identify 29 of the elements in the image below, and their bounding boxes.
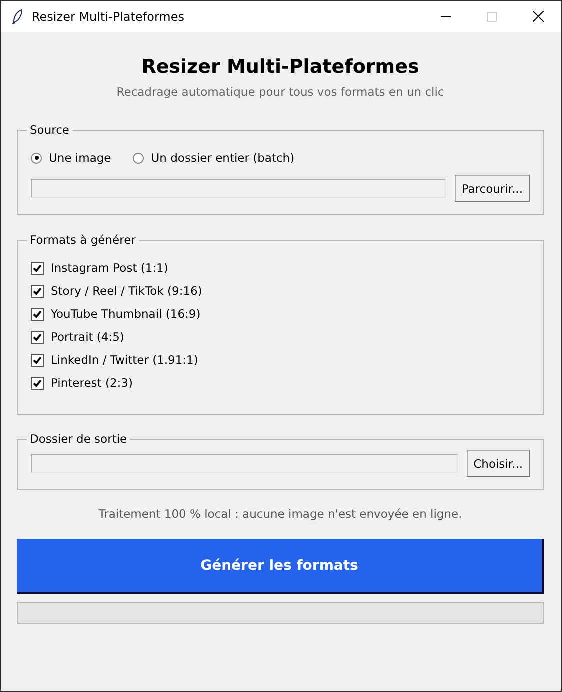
checkmark-icon — [33, 310, 42, 318]
window-title: Resizer Multi-Plateformes — [32, 10, 186, 24]
maximize-icon — [487, 12, 497, 22]
section-label: Source — [29, 123, 70, 137]
radio-option[interactable]: Une image — [31, 151, 112, 165]
format-checkbox[interactable]: Portrait (4:5) — [31, 330, 530, 344]
app-subtitle: Recadrage automatique pour tous vos formats en un clic — [116, 85, 446, 99]
checkmark-icon — [33, 286, 42, 296]
format-checkbox[interactable]: Instagram Post (1:1) — [31, 261, 530, 275]
browse-button[interactable]: Parcourir... — [454, 175, 530, 202]
section-label: Dossier de sortie — [29, 432, 128, 446]
format-checkbox[interactable]: Pinterest (2:3) — [31, 376, 530, 390]
close-icon — [532, 11, 544, 22]
checkmark-icon — [33, 356, 42, 364]
generate-button[interactable]: Générer les formats — [17, 539, 544, 594]
checkmark-icon — [33, 378, 42, 388]
choose-button[interactable]: Choisir... — [466, 450, 530, 477]
format-checkbox[interactable]: YouTube Thumbnail (16:9) — [31, 307, 530, 321]
checkmark-icon — [33, 264, 42, 272]
radio-option[interactable]: Un dossier entier (batch) — [133, 151, 295, 165]
feather-icon — [12, 8, 24, 24]
format-checkbox[interactable]: LinkedIn / Twitter (1.91:1) — [31, 353, 530, 367]
checkmark-icon — [33, 332, 42, 342]
section-label: Formats à générer — [29, 233, 137, 247]
format-checkbox[interactable]: Story / Reel / TikTok (9:16) — [31, 284, 530, 298]
folder-field[interactable] — [31, 454, 458, 473]
privacy-note: Traitement 100 % local : aucune image n'est envoyée en ligne. — [98, 507, 464, 521]
app-heading: Resizer Multi-Plateformes — [140, 55, 420, 80]
path-field[interactable] — [31, 179, 446, 198]
